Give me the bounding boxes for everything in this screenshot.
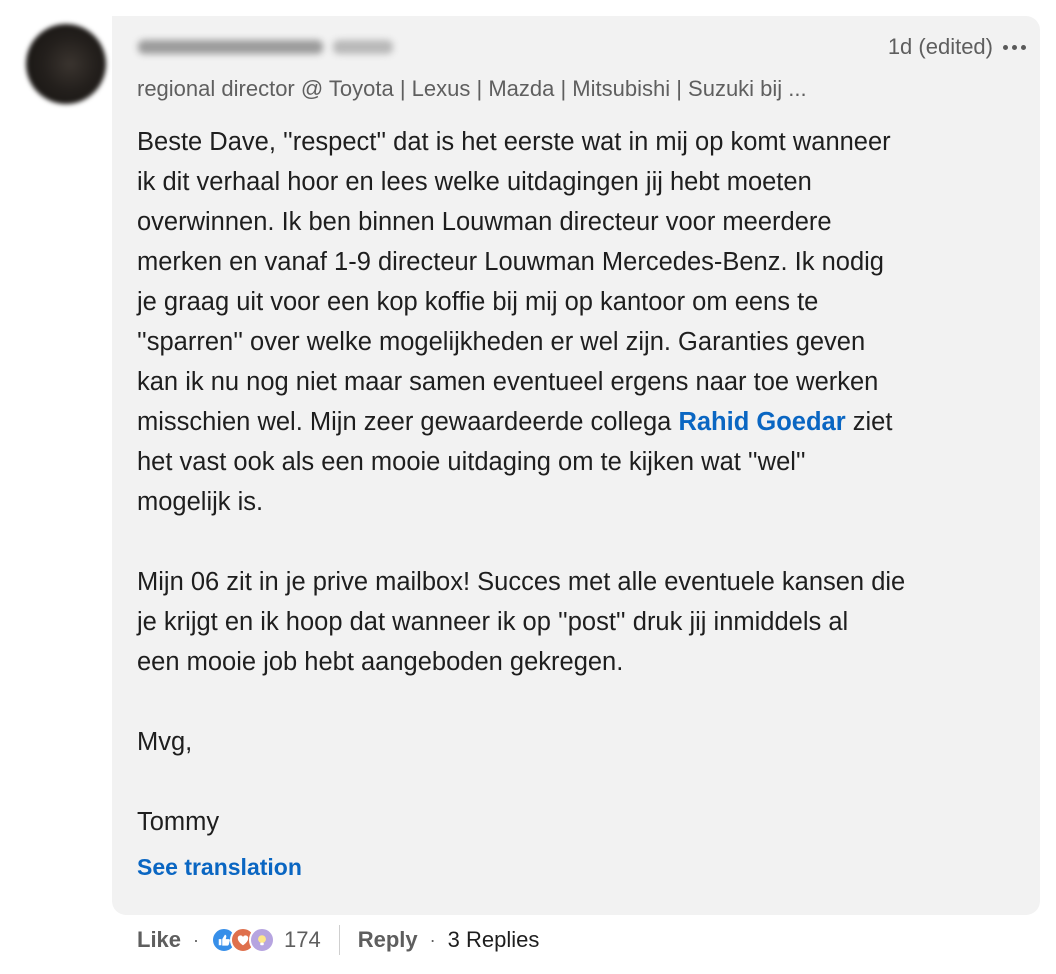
comment-line: Tommy bbox=[137, 808, 220, 836]
comment-text-segment: ziet bbox=[845, 408, 893, 436]
comment-line: Mvg, bbox=[137, 728, 193, 756]
comment-line: Beste Dave, ''respect'' dat is het eerst… bbox=[137, 128, 891, 156]
author-name-redacted[interactable] bbox=[138, 40, 393, 54]
more-options-icon[interactable] bbox=[1003, 43, 1026, 52]
comment-line: mogelijk is. bbox=[137, 488, 264, 516]
replies-link[interactable]: 3 Replies bbox=[448, 927, 540, 953]
comment-timestamp: 1d (edited) bbox=[887, 34, 993, 59]
comment-meta: 1d (edited) bbox=[888, 34, 1026, 60]
comment-line: het vast ook als een mooie uitdaging om … bbox=[137, 448, 806, 476]
separator-dot: · bbox=[193, 929, 200, 950]
separator-dot: · bbox=[429, 929, 436, 950]
comment-line: je graag uit voor een kop koffie bij mij… bbox=[137, 288, 819, 316]
comment-line: Mijn 06 zit in je prive mailbox! Succes … bbox=[137, 568, 906, 596]
mention-link[interactable]: Rahid Goedar bbox=[678, 408, 845, 436]
comment-line: ik dit verhaal hoor en lees welke uitdag… bbox=[137, 168, 812, 196]
comment-actions: Like · 174 Reply · 3 Replies bbox=[137, 922, 539, 958]
divider bbox=[338, 925, 340, 955]
see-translation-link[interactable]: See translation bbox=[137, 854, 302, 881]
author-headline: regional director @ Toyota | Lexus | Maz… bbox=[137, 76, 807, 101]
comment-line: ''sparren'' over welke mogelijkheden er … bbox=[137, 328, 866, 356]
comment-text-segment: misschien wel. Mijn zeer gewaardeerde co… bbox=[137, 408, 679, 436]
comment-line: overwinnen. Ik ben binnen Louwman direct… bbox=[137, 208, 832, 236]
insightful-icon bbox=[249, 927, 276, 953]
reactions-summary[interactable]: 174 bbox=[211, 927, 321, 953]
comment-line: een mooie job hebt aangeboden gekregen. bbox=[137, 648, 624, 676]
comment-text: Beste Dave, ''respect'' dat is het eerst… bbox=[137, 122, 1027, 842]
comment-line: misschien wel. Mijn zeer gewaardeerde co… bbox=[137, 402, 1027, 442]
comment-line: kan ik nu nog niet maar samen eventueel … bbox=[137, 368, 879, 396]
like-button[interactable]: Like bbox=[137, 927, 181, 953]
comment-line: merken en vanaf 1-9 directeur Louwman Me… bbox=[137, 248, 884, 276]
comment-line: je krijgt en ik hoop dat wanneer ik op '… bbox=[137, 608, 849, 636]
avatar[interactable] bbox=[26, 24, 106, 104]
reaction-count[interactable]: 174 bbox=[284, 927, 321, 953]
reply-button[interactable]: Reply bbox=[358, 927, 418, 953]
